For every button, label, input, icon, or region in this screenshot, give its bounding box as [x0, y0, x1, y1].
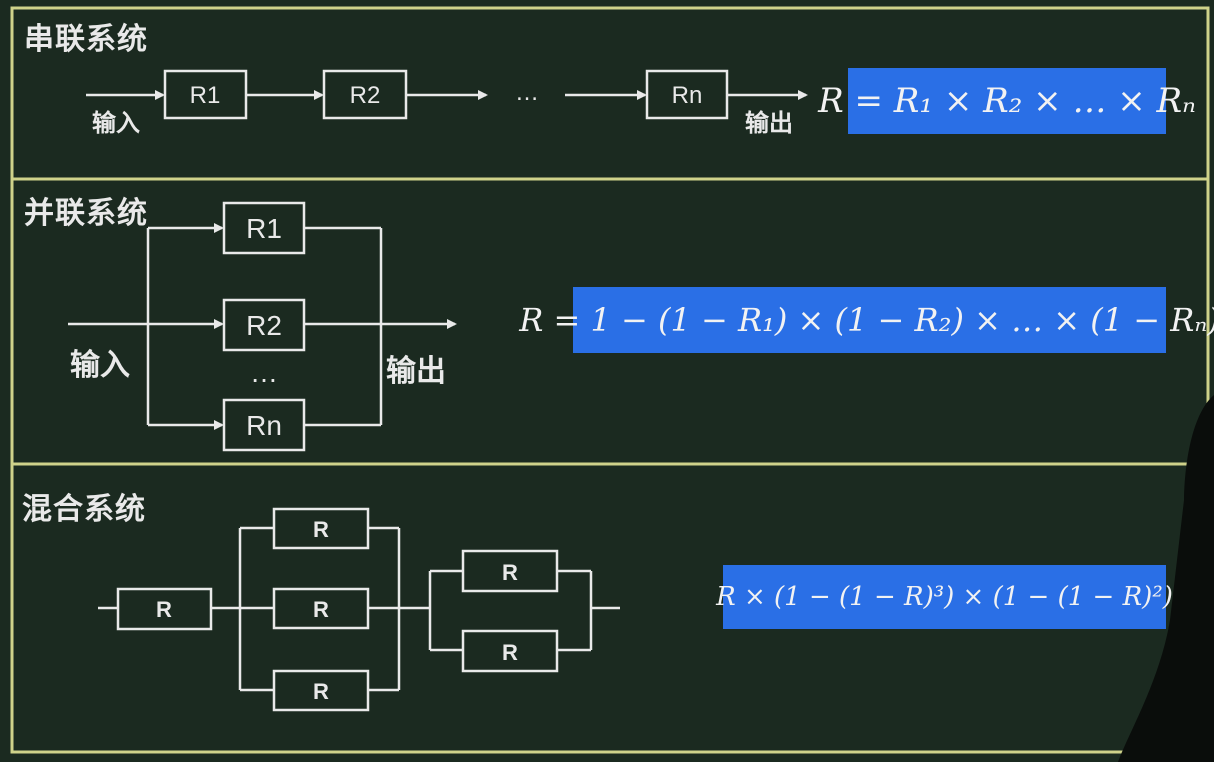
parallel-box-labels: R1 R2 Rn …: [246, 213, 282, 441]
series-box-r2-label: R2: [350, 82, 381, 109]
mixed-formula-text: R × (1 − (1 − R)³) × (1 − (1 − R)²): [716, 582, 1173, 612]
parallel-box-r1-label: R1: [246, 213, 282, 244]
mixed-diagram: [98, 507, 620, 712]
series-box-rn-label: Rn: [672, 82, 703, 109]
mixed-box-first-label: R: [156, 597, 172, 622]
mixed-box-p3-3-label: R: [313, 679, 329, 704]
parallel-title: 并联系统: [24, 196, 148, 231]
series-input-label: 输入: [92, 109, 140, 137]
mixed-box-p3-1-label: R: [313, 517, 329, 542]
series-ellipsis: …: [515, 79, 539, 106]
parallel-box-rn-label: Rn: [246, 410, 282, 441]
series-formula: R = R₁ × R₂ × … × Rₙ: [818, 68, 1196, 134]
parallel-input-label: 输入: [70, 348, 130, 383]
mixed-box-p3-2-label: R: [313, 597, 329, 622]
parallel-box-r2-label: R2: [246, 310, 282, 341]
series-formula-text: R = R₁ × R₂ × … × Rₙ: [818, 81, 1196, 121]
mixed-title: 混合系统: [22, 492, 146, 527]
parallel-output-label: 输出: [386, 354, 446, 389]
mixed-box-p2-2-label: R: [502, 640, 518, 665]
mixed-box-p2-1-label: R: [502, 560, 518, 585]
series-output-label: 输出: [745, 109, 793, 137]
series-box-r1-label: R1: [190, 82, 221, 109]
parallel-formula: R = 1 − (1 − R₁) × (1 − R₂) × … × (1 − R…: [519, 287, 1214, 353]
parallel-ellipsis: …: [250, 357, 278, 388]
series-title: 串联系统: [24, 22, 148, 57]
parallel-formula-text: R = 1 − (1 − R₁) × (1 − R₂) × … × (1 − R…: [519, 301, 1214, 339]
mixed-formula: R × (1 − (1 − R)³) × (1 − (1 − R)²): [716, 565, 1173, 629]
